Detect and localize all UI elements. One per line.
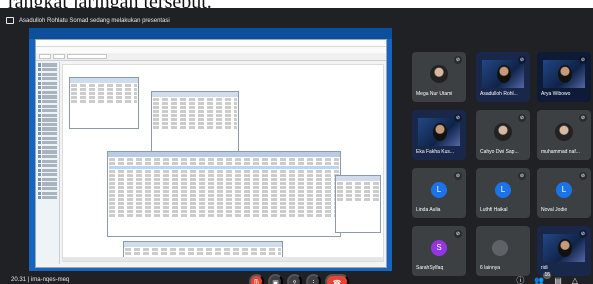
meet-window: Asadulloh Rohlatu Somad sedang melakukan…	[0, 8, 593, 284]
participant-avatar: S	[431, 240, 447, 256]
participant-tile[interactable]: L ⊘ Noval Jodie	[537, 168, 591, 218]
participant-video	[558, 239, 572, 257]
mic-off-icon: ⊘	[579, 56, 587, 64]
participant-tile[interactable]: ⊘ Asadulloh Rohl...	[476, 52, 530, 102]
participant-group-avatar	[492, 240, 508, 256]
shared-pane-interfaces	[107, 151, 341, 237]
participant-avatar: L	[556, 182, 572, 198]
participant-name: Asadulloh Rohl...	[480, 91, 518, 97]
mic-off-icon: ⊘	[579, 172, 587, 180]
meeting-separator: |	[27, 277, 30, 283]
shared-app-toolbar	[36, 53, 386, 61]
shared-pane-leases	[151, 91, 239, 153]
mic-off-icon: ⊘	[579, 230, 587, 238]
shared-pane-address	[335, 175, 381, 233]
toolbar-field	[67, 54, 107, 59]
participant-avatar: L	[431, 182, 447, 198]
participant-video	[433, 123, 447, 141]
present-icon[interactable]: ⇪	[287, 274, 302, 284]
presenter-banner-text: Asadulloh Rohlatu Somad sedang melakukan…	[19, 17, 170, 24]
meeting-info: 20.31 | ima-nqes-meq	[11, 277, 69, 283]
participant-video	[497, 65, 511, 83]
shared-app-window	[35, 39, 387, 268]
presenter-banner: Asadulloh Rohlatu Somad sedang melakukan…	[6, 14, 170, 27]
participant-photo	[494, 123, 512, 141]
mic-off-icon: ⊘	[518, 56, 526, 64]
mic-off-icon: ⊘	[454, 230, 462, 238]
shared-app-workspace	[62, 64, 384, 262]
center-controls: 🎙 ▣ ⇪ ⋮ ☎	[249, 274, 349, 284]
shared-pane-dhcp	[69, 77, 139, 129]
shared-screen-top-bar	[29, 28, 392, 39]
mic-off-icon: ⊘	[579, 114, 587, 122]
shared-app-status-bar	[63, 257, 383, 261]
participant-tile[interactable]: ⊘ Mega Nur Utami	[412, 52, 466, 102]
participant-name: Cahyo Dwi Sap...	[480, 149, 519, 155]
participant-tile[interactable]: ⊘ Cahyo Dwi Sap...	[476, 110, 530, 160]
participant-tile[interactable]: ⊘ Arya Wibowo	[537, 52, 591, 102]
activities-icon[interactable]: △	[572, 276, 578, 284]
participant-tile[interactable]: ⊘ Eka Fakha Kus...	[412, 110, 466, 160]
participant-name: Luthfi Haikal	[480, 207, 508, 213]
shared-screen	[29, 28, 392, 271]
more-vert-icon[interactable]: ⋮	[306, 274, 321, 284]
shared-app-sidebar	[36, 62, 60, 264]
participant-tile[interactable]: ⊘ ridi	[537, 226, 591, 276]
mic-off-icon: ⊘	[518, 172, 526, 180]
camera-icon[interactable]: ▣	[268, 274, 283, 284]
participant-tile[interactable]: L ⊘ Luthfi Haikal	[476, 168, 530, 218]
participant-tile[interactable]: ⊘ muhammad naf...	[537, 110, 591, 160]
participant-tile[interactable]: L ⊘ Linda Aulia	[412, 168, 466, 218]
participant-name: muhammad naf...	[541, 149, 580, 155]
participant-video	[558, 65, 572, 83]
mic-off-icon: ⊘	[454, 56, 462, 64]
participant-name: Noval Jodie	[541, 207, 568, 213]
people-count-badge: 16	[543, 272, 552, 279]
participant-photo	[430, 65, 448, 83]
participant-name: 6 lainnya	[480, 265, 501, 271]
participant-tile[interactable]: 6 lainnya	[476, 226, 530, 276]
participant-name: Mega Nur Utami	[416, 91, 453, 97]
participant-name: Arya Wibowo	[541, 91, 571, 97]
call-end-icon[interactable]: ☎	[325, 274, 349, 284]
participant-name: Eka Fakha Kus...	[416, 149, 455, 155]
mic-off-icon: ⊘	[454, 172, 462, 180]
info-icon[interactable]: ⓘ	[516, 275, 524, 284]
participant-name: ridi	[541, 265, 548, 271]
toolbar-button	[39, 54, 51, 59]
participant-tile[interactable]: S ⊘ SarahSylfaq	[412, 226, 466, 276]
mic-off-icon: ⊘	[518, 114, 526, 122]
mic-off-icon[interactable]: 🎙	[249, 274, 264, 284]
meeting-code: ima-nqes-meq	[30, 277, 70, 283]
chat-icon[interactable]: ▤	[554, 276, 562, 284]
meeting-time: 20.31	[11, 277, 27, 283]
participant-name: SarahSylfaq	[416, 265, 444, 271]
participant-photo	[555, 123, 573, 141]
toolbar-button	[53, 54, 65, 59]
present-screen-icon	[6, 17, 14, 24]
right-controls: ⓘ 👥 16 ▤ △	[516, 272, 578, 284]
people-icon[interactable]: 👥 16	[534, 272, 552, 284]
participant-name: Linda Aulia	[416, 207, 441, 213]
mic-off-icon: ⊘	[454, 114, 462, 122]
meeting-controls-bar: 20.31 | ima-nqes-meq 🎙 ▣ ⇪ ⋮ ☎ ⓘ 👥 16 ▤ △	[0, 272, 593, 284]
shared-app-title	[36, 40, 386, 47]
participant-avatar: L	[495, 182, 511, 198]
